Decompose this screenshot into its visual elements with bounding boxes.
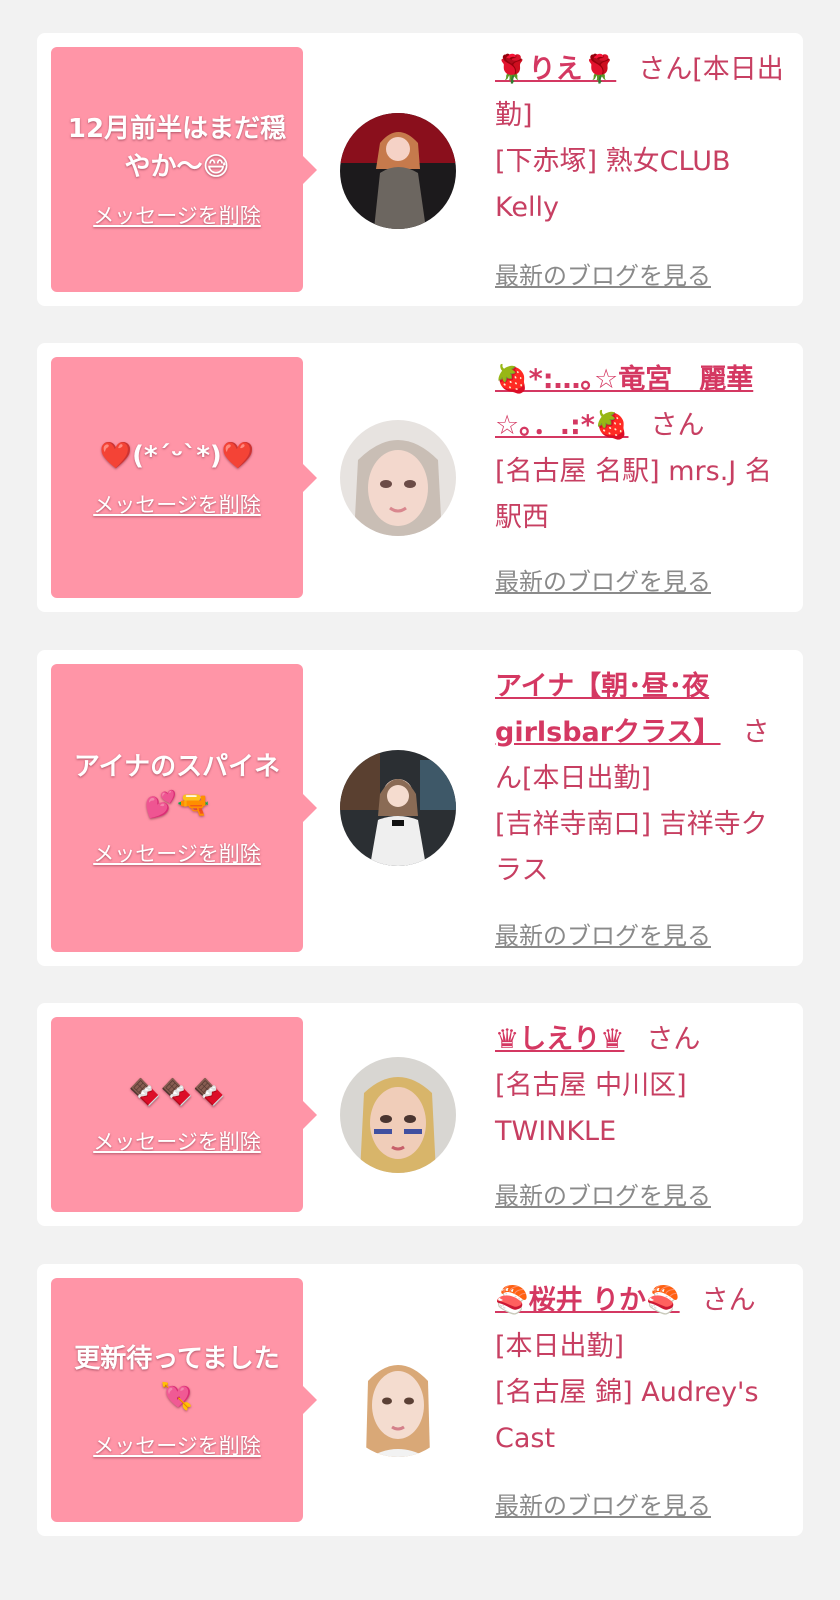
message-card-1: 12月前半はまだ穏やか〜😅 メッセージを削除 🌹りえ🌹 さん[本日出勤] [下赤塚…	[37, 33, 803, 306]
avatar[interactable]	[340, 1341, 456, 1457]
avatar[interactable]	[340, 750, 456, 866]
latest-blog-link[interactable]: 最新のブログを見る	[495, 1486, 711, 1521]
message-bubble: ❤️(*´ᵕ`*)❤️ メッセージを削除	[51, 357, 317, 598]
shop-label: [吉祥寺南口] 吉祥寺クラス	[495, 809, 768, 886]
san-label: さん	[646, 1024, 701, 1055]
message-bubble: 更新待ってました💘 メッセージを削除	[51, 1278, 317, 1522]
message-text: 更新待ってました💘	[74, 1344, 280, 1412]
avatar[interactable]	[340, 420, 456, 536]
message-text: アイナのスパイネ💕🔫	[73, 752, 281, 820]
delete-message-link[interactable]: メッセージを削除	[93, 489, 261, 519]
cast-info: 🍣桜井 りか🍣 さん [本日出勤] [名古屋 錦] Audrey's Cast	[495, 1278, 787, 1462]
latest-blog-link[interactable]: 最新のブログを見る	[495, 562, 711, 597]
avatar[interactable]	[340, 1057, 456, 1173]
status-label: [本日出勤]	[522, 763, 652, 794]
latest-blog-link[interactable]: 最新のブログを見る	[495, 256, 711, 291]
san-label: さん	[638, 54, 693, 85]
message-text: ❤️(*´ᵕ`*)❤️	[99, 440, 255, 471]
cast-info: アイナ【朝･昼･夜girlsbarクラス】 さん[本日出勤] [吉祥寺南口] 吉祥…	[495, 664, 787, 894]
latest-blog-link[interactable]: 最新のブログを見る	[495, 1176, 711, 1211]
cast-name-link[interactable]: 🍓*:…｡☆竜宮 麗華☆｡．.:*🍓	[495, 364, 753, 441]
latest-blog-link[interactable]: 最新のブログを見る	[495, 916, 711, 951]
cast-info: 🌹りえ🌹 さん[本日出勤] [下赤塚] 熟女CLUB Kelly	[495, 47, 787, 231]
message-card-5: 更新待ってました💘 メッセージを削除 🍣桜井 りか🍣 さん [本日出勤] [名古屋 …	[37, 1264, 803, 1536]
shop-label: [名古屋 名駅] mrs.J 名駅西	[495, 456, 772, 533]
delete-message-link[interactable]: メッセージを削除	[93, 838, 261, 868]
avatar[interactable]	[340, 113, 456, 229]
cast-name-link[interactable]: 🍣桜井 りか🍣	[495, 1285, 680, 1316]
delete-message-link[interactable]: メッセージを削除	[93, 1430, 261, 1460]
status-label: [本日出勤]	[495, 1331, 625, 1362]
cast-name-link[interactable]: アイナ【朝･昼･夜girlsbarクラス】	[495, 671, 721, 748]
message-text: 🍫🍫🍫	[128, 1077, 226, 1108]
san-label: さん	[650, 410, 705, 441]
shop-label: [下赤塚] 熟女CLUB Kelly	[495, 146, 731, 223]
message-card-4: 🍫🍫🍫 メッセージを削除 ♛しえり♛ さん [名古屋 中川区] TWINKLE 最…	[37, 1003, 803, 1226]
message-card-2: ❤️(*´ᵕ`*)❤️ メッセージを削除 🍓*:…｡☆竜宮 麗華☆｡．.:*🍓 さ…	[37, 343, 803, 612]
shop-label: [名古屋 錦] Audrey's Cast	[495, 1377, 759, 1454]
message-card-3: アイナのスパイネ💕🔫 メッセージを削除 アイナ【朝･昼･夜girlsbarクラス…	[37, 650, 803, 966]
message-text: 12月前半はまだ穏やか〜😅	[67, 113, 287, 182]
cast-name-link[interactable]: ♛しえり♛	[495, 1024, 624, 1055]
message-bubble: 🍫🍫🍫 メッセージを削除	[51, 1017, 317, 1212]
shop-label: [名古屋 中川区] TWINKLE	[495, 1070, 687, 1147]
message-bubble: 12月前半はまだ穏やか〜😅 メッセージを削除	[51, 47, 317, 292]
delete-message-link[interactable]: メッセージを削除	[93, 200, 261, 230]
cast-name-link[interactable]: 🌹りえ🌹	[495, 54, 616, 85]
cast-info: ♛しえり♛ さん [名古屋 中川区] TWINKLE	[495, 1017, 787, 1155]
cast-info: 🍓*:…｡☆竜宮 麗華☆｡．.:*🍓 さん [名古屋 名駅] mrs.J 名駅西	[495, 357, 787, 541]
message-bubble: アイナのスパイネ💕🔫 メッセージを削除	[51, 664, 317, 952]
san-label: さん	[701, 1285, 756, 1316]
delete-message-link[interactable]: メッセージを削除	[93, 1126, 261, 1156]
